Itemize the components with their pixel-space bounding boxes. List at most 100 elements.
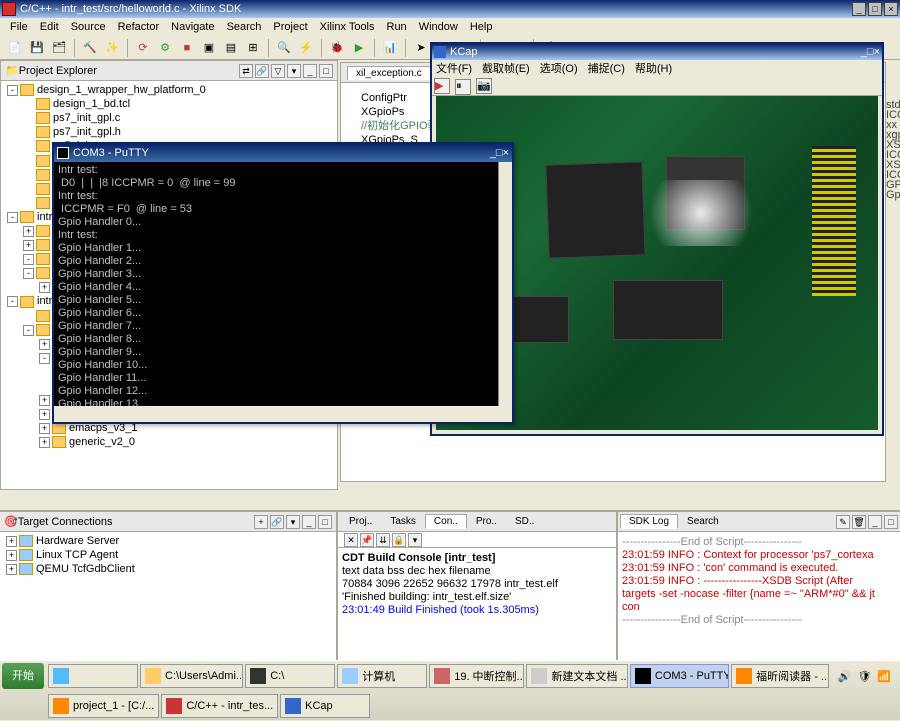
tree-item[interactable]: ps7_init_gpl.h bbox=[3, 125, 335, 139]
expand-icon[interactable]: - bbox=[23, 325, 34, 336]
max2-icon[interactable]: □ bbox=[318, 515, 332, 529]
tab-sd[interactable]: SD.. bbox=[506, 514, 543, 529]
menu-window[interactable]: Window bbox=[413, 21, 464, 33]
expand-icon[interactable]: + bbox=[39, 423, 50, 434]
menu-run[interactable]: Run bbox=[381, 21, 413, 33]
menu2-icon[interactable]: ▾ bbox=[286, 515, 300, 529]
task-button[interactable]: 新建文本文档 ... bbox=[526, 664, 627, 688]
config-icon[interactable]: ⚡ bbox=[297, 39, 315, 57]
sdklog-body[interactable]: ----------------End of Script-----------… bbox=[618, 532, 900, 660]
build-icon[interactable]: 🔨 bbox=[81, 39, 99, 57]
tab-search[interactable]: Search bbox=[678, 514, 728, 529]
clear2-icon[interactable]: 🗑 bbox=[852, 515, 866, 529]
task-button[interactable]: C/C++ - intr_tes... bbox=[161, 694, 278, 718]
min2-icon[interactable]: _ bbox=[302, 515, 316, 529]
kcap-menu-item[interactable]: 文件(F) bbox=[436, 60, 472, 76]
tree-item[interactable]: -design_1_wrapper_hw_platform_0 bbox=[3, 83, 335, 97]
menu-edit[interactable]: Edit bbox=[34, 21, 65, 33]
save-icon[interactable]: 💾 bbox=[28, 39, 46, 57]
expand-icon[interactable]: - bbox=[7, 212, 18, 223]
expand-icon[interactable]: - bbox=[7, 296, 18, 307]
refresh-icon[interactable]: ⟳ bbox=[134, 39, 152, 57]
cursor-icon[interactable]: ➤ bbox=[412, 39, 430, 57]
expand-icon[interactable]: + bbox=[6, 550, 17, 561]
kcap-menu-item[interactable]: 选项(O) bbox=[540, 60, 578, 76]
task-button[interactable] bbox=[48, 664, 138, 688]
menu-refactor[interactable]: Refactor bbox=[112, 21, 166, 33]
window-icon[interactable]: ▣ bbox=[200, 39, 218, 57]
task-button[interactable]: project_1 - [C:/... bbox=[48, 694, 159, 718]
wand-icon[interactable]: ✨ bbox=[103, 39, 121, 57]
kcap-menu-item[interactable]: 捕捉(C) bbox=[588, 60, 625, 76]
tab-tasks[interactable]: Tasks bbox=[381, 514, 425, 529]
tray-icon[interactable]: 🔊 bbox=[838, 670, 852, 683]
menu-source[interactable]: Source bbox=[65, 21, 112, 33]
stop-icon[interactable]: ■ bbox=[178, 39, 196, 57]
expand-icon[interactable]: - bbox=[39, 353, 50, 364]
expand-icon[interactable]: + bbox=[39, 409, 50, 420]
lock-icon[interactable]: 🔒 bbox=[392, 533, 406, 547]
console-body[interactable]: CDT Build Console [intr_test] text data … bbox=[338, 548, 616, 660]
menu-file[interactable]: File bbox=[4, 21, 34, 33]
kcap-titlebar[interactable]: KCap _ □ × bbox=[432, 44, 882, 60]
close-button[interactable]: × bbox=[884, 2, 898, 16]
kcap-pause-icon[interactable]: ⏸ bbox=[455, 79, 471, 95]
expand-icon[interactable]: + bbox=[23, 240, 34, 251]
kcap-play-icon[interactable]: ▶ bbox=[434, 78, 450, 94]
tab-proj[interactable]: Proj.. bbox=[340, 514, 381, 529]
window2-icon[interactable]: ▤ bbox=[222, 39, 240, 57]
putty-max-button[interactable]: □ bbox=[496, 147, 503, 159]
max-icon[interactable]: □ bbox=[319, 64, 333, 78]
menu-project[interactable]: Project bbox=[267, 21, 313, 33]
task-button[interactable]: 19. 中断控制... bbox=[429, 664, 524, 688]
task-button[interactable]: COM3 - PuTTY bbox=[630, 664, 729, 688]
target-tree[interactable]: +Hardware Server+Linux TCP Agent+QEMU Tc… bbox=[0, 532, 336, 660]
maximize-button[interactable]: □ bbox=[868, 2, 882, 16]
putty-scrollbar[interactable] bbox=[498, 162, 512, 406]
link2-icon[interactable]: 🔗 bbox=[270, 515, 284, 529]
new-win-icon[interactable]: ⊞ bbox=[244, 39, 262, 57]
menu-xilinx-tools[interactable]: Xilinx Tools bbox=[314, 21, 381, 33]
expand-icon[interactable]: + bbox=[23, 226, 34, 237]
menu-search[interactable]: Search bbox=[221, 21, 268, 33]
putty-window[interactable]: COM3 - PuTTY _ □ × Intr test: D0 | | |8 … bbox=[52, 142, 514, 424]
tray-net-icon[interactable]: 📶 bbox=[877, 670, 891, 683]
task-button[interactable]: 福昕阅读器 - ... bbox=[731, 664, 829, 688]
expand-icon[interactable]: - bbox=[23, 268, 34, 279]
expand-icon[interactable]: + bbox=[39, 395, 50, 406]
search-icon[interactable]: 🔍 bbox=[275, 39, 293, 57]
tab-pro[interactable]: Pro.. bbox=[467, 514, 506, 529]
new-icon[interactable]: 📄 bbox=[6, 39, 24, 57]
expand-icon[interactable]: + bbox=[6, 536, 17, 547]
expand-icon[interactable]: + bbox=[6, 564, 17, 575]
tab-sdklog[interactable]: SDK Log bbox=[620, 514, 678, 529]
expand-icon[interactable]: - bbox=[23, 254, 34, 265]
scroll-icon[interactable]: ⇊ bbox=[376, 533, 390, 547]
editor-tab[interactable]: xil_exception.c bbox=[347, 66, 431, 80]
menu-navigate[interactable]: Navigate bbox=[165, 21, 220, 33]
minimize-button[interactable]: _ bbox=[852, 2, 866, 16]
kcap-menu-item[interactable]: 帮助(H) bbox=[635, 60, 672, 76]
dd-icon[interactable]: ▾ bbox=[408, 533, 422, 547]
add-icon[interactable]: + bbox=[254, 515, 268, 529]
collapse-icon[interactable]: ⇄ bbox=[239, 64, 253, 78]
start-button[interactable]: 开始 bbox=[2, 663, 44, 689]
link-icon[interactable]: 🔗 bbox=[255, 64, 269, 78]
expand-icon[interactable]: + bbox=[39, 282, 50, 293]
kcap-max-button[interactable]: □ bbox=[867, 46, 874, 58]
save-all-icon[interactable]: 🗂 bbox=[50, 39, 68, 57]
expand-icon[interactable]: + bbox=[39, 339, 50, 350]
min3-icon[interactable]: _ bbox=[868, 515, 882, 529]
edit-icon[interactable]: ✎ bbox=[836, 515, 850, 529]
pin2-icon[interactable]: 📌 bbox=[360, 533, 374, 547]
expand-icon[interactable]: - bbox=[7, 85, 18, 96]
kcap-snap-icon[interactable]: 📷 bbox=[476, 78, 492, 94]
tree-item[interactable]: design_1_bd.tcl bbox=[3, 97, 335, 111]
system-tray[interactable]: 🔊 🛡 📶 bbox=[831, 670, 898, 683]
menu-help[interactable]: Help bbox=[464, 21, 499, 33]
max3-icon[interactable]: □ bbox=[884, 515, 898, 529]
min-icon[interactable]: _ bbox=[303, 64, 317, 78]
kcap-menu-item[interactable]: 截取帧(E) bbox=[482, 60, 530, 76]
debug-icon[interactable]: 🐞 bbox=[328, 39, 346, 57]
clear-icon[interactable]: ✕ bbox=[344, 533, 358, 547]
